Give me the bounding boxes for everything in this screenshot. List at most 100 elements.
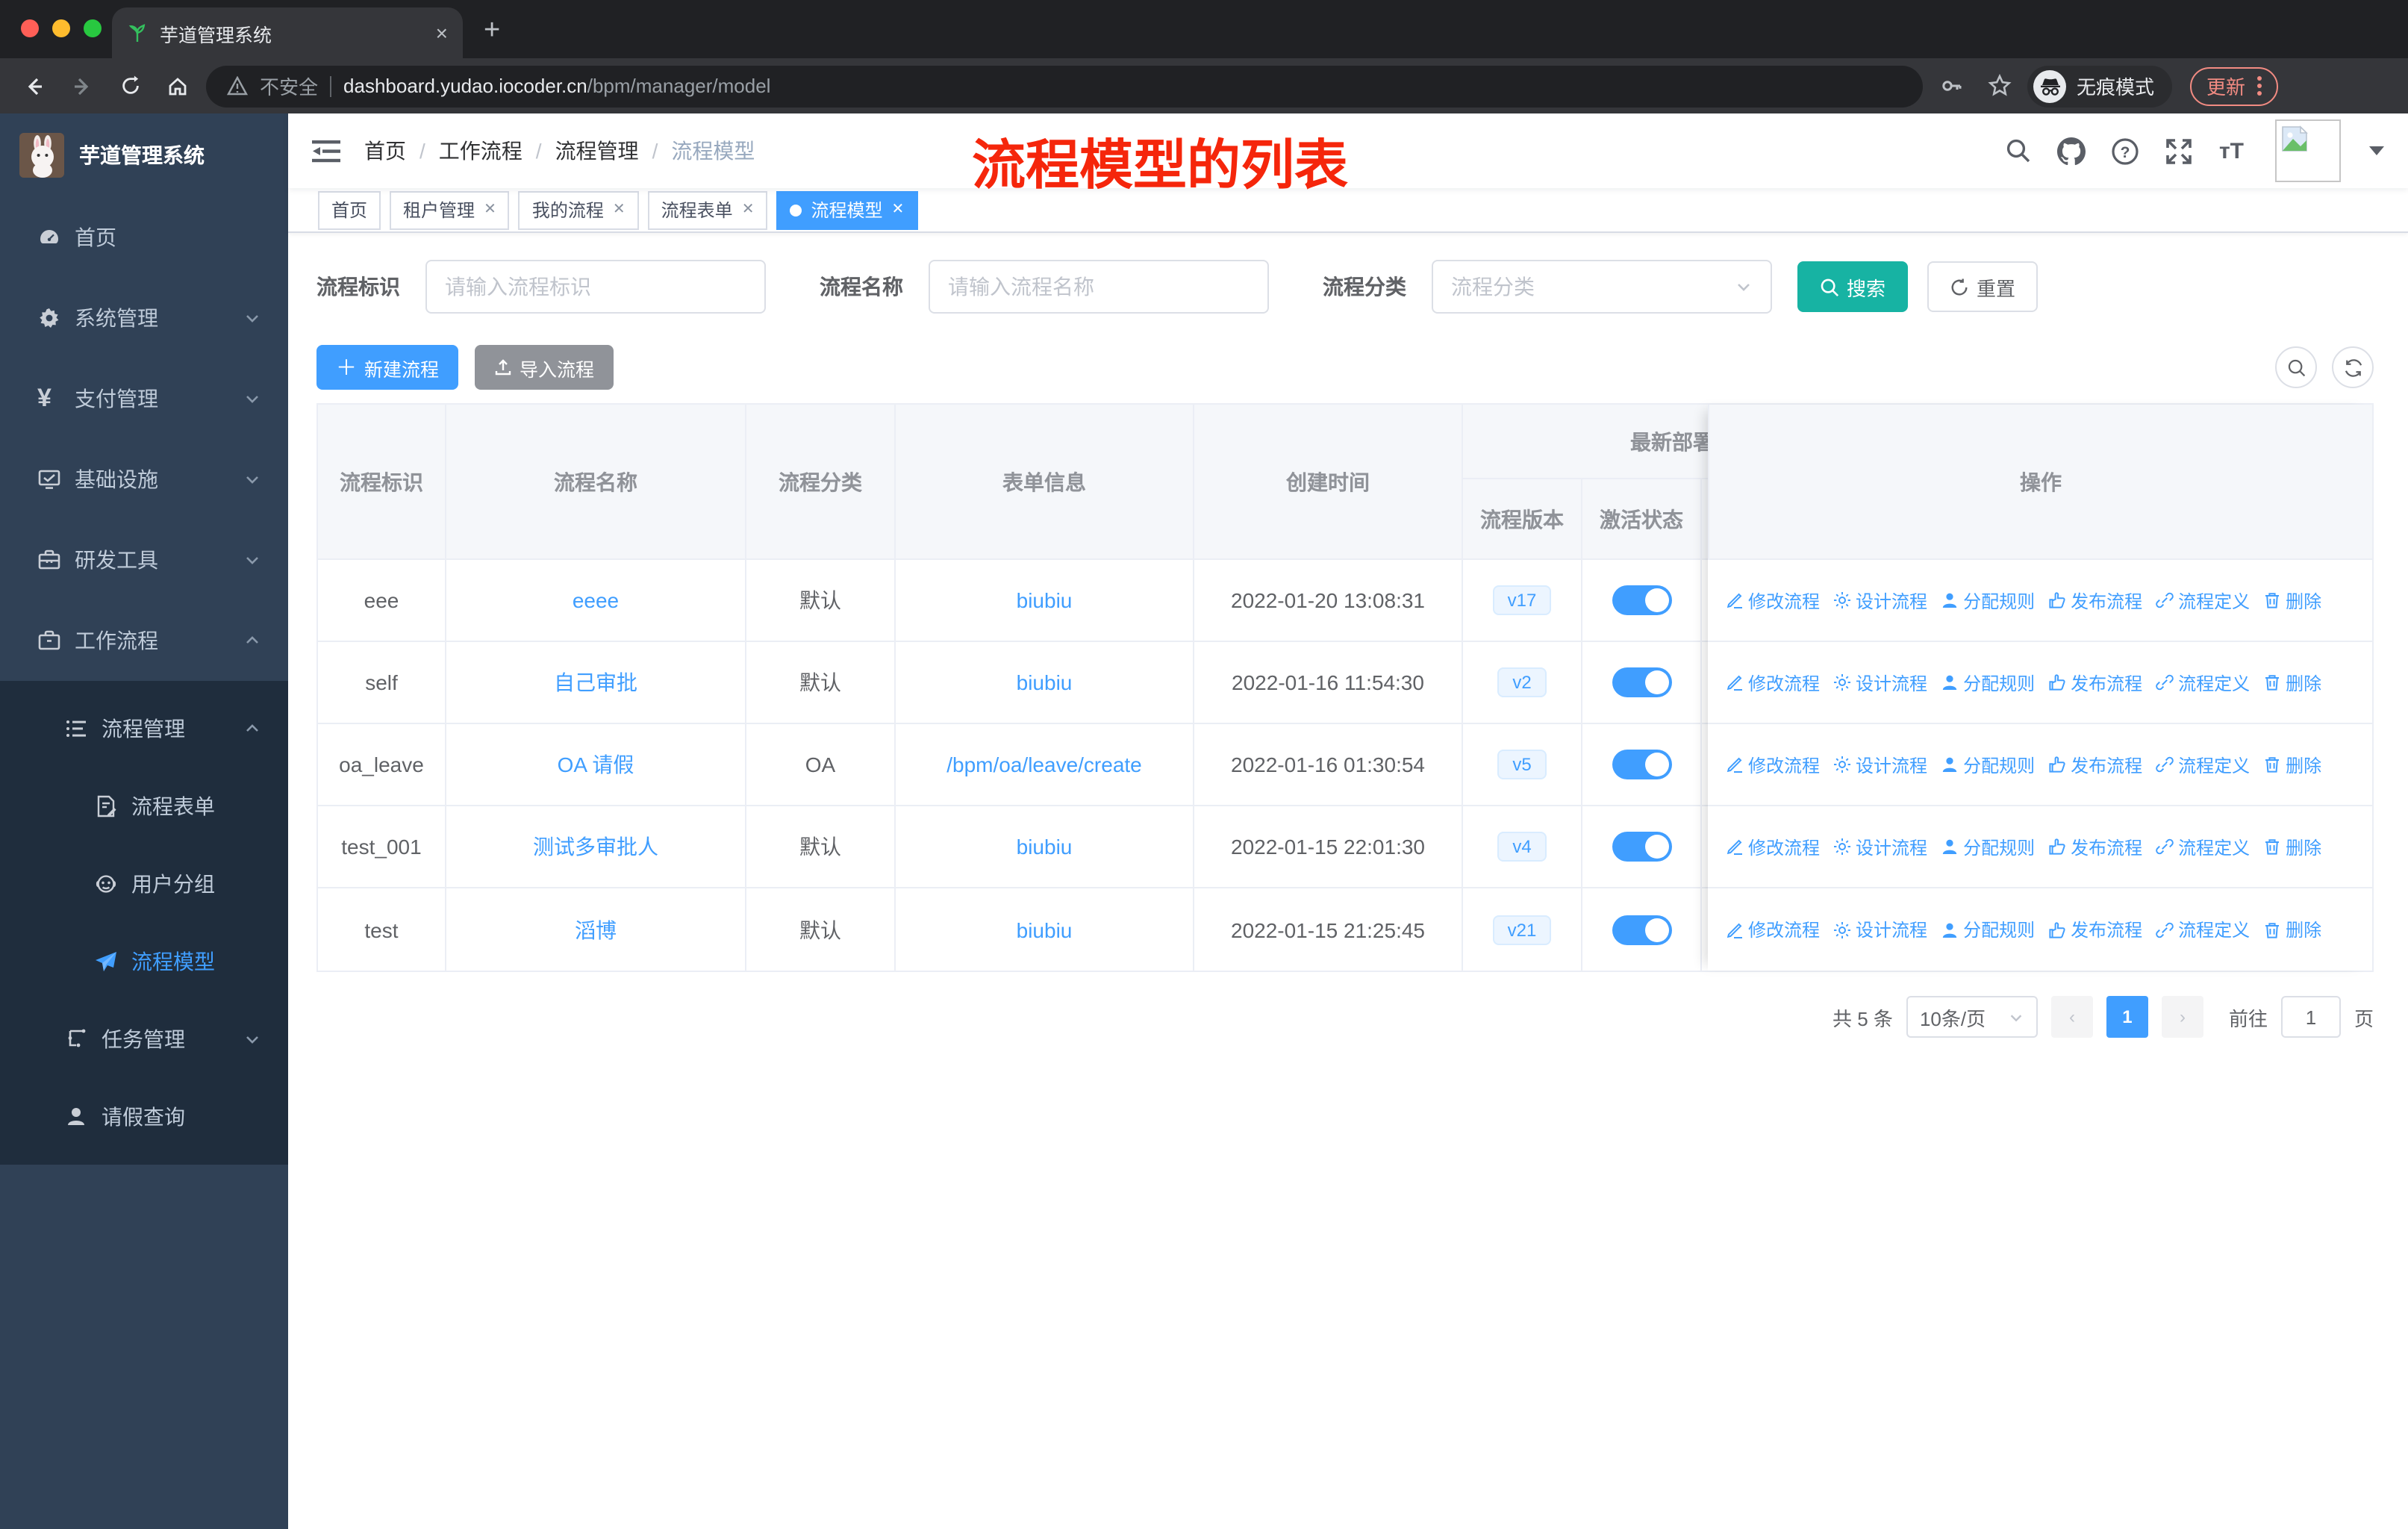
model-name-link[interactable]: 测试多审批人	[533, 832, 658, 862]
action-分配规则[interactable]: 分配规则	[1941, 588, 2035, 613]
github-icon[interactable]	[2057, 137, 2086, 165]
action-发布流程[interactable]: 发布流程	[2048, 670, 2142, 695]
cell-model-name[interactable]: eeee	[446, 560, 746, 641]
model-name-link[interactable]: eeee	[573, 588, 619, 612]
model-name-input[interactable]	[929, 260, 1269, 314]
cell-form-info[interactable]: biubiu	[896, 642, 1194, 723]
forward-icon[interactable]	[63, 66, 102, 105]
action-发布流程[interactable]: 发布流程	[2048, 588, 2142, 613]
action-设计流程[interactable]: 设计流程	[1833, 588, 1927, 613]
action-修改流程[interactable]: 修改流程	[1726, 670, 1820, 695]
sidebar-item-task-mgmt[interactable]: 任务管理	[0, 1000, 288, 1078]
avatar-caret-icon[interactable]	[2369, 146, 2384, 155]
sidebar-item-process-model[interactable]: 流程模型	[0, 923, 288, 1000]
action-流程定义[interactable]: 流程定义	[2156, 588, 2250, 613]
font-size-icon[interactable]: ᴛT	[2219, 138, 2244, 164]
tab-我的流程[interactable]: 我的流程 ✕	[518, 190, 639, 229]
action-分配规则[interactable]: 分配规则	[1941, 917, 2035, 942]
cell-active-state[interactable]	[1582, 888, 1702, 971]
sidebar-item-process-form[interactable]: 流程表单	[0, 767, 288, 845]
action-流程定义[interactable]: 流程定义	[2156, 834, 2250, 859]
close-icon[interactable]: ✕	[892, 202, 905, 218]
tab-流程模型[interactable]: 流程模型 ✕	[776, 190, 918, 229]
address-bar[interactable]: 不安全 dashboard.yudao.iocoder.cn/bpm/manag…	[206, 65, 1923, 107]
refresh-table-button[interactable]	[2332, 346, 2374, 388]
bookmark-star-icon[interactable]	[1980, 66, 2018, 105]
tab-流程表单[interactable]: 流程表单 ✕	[647, 190, 768, 229]
sidebar-item-payment[interactable]: ¥ 支付管理	[0, 358, 288, 439]
active-toggle[interactable]	[1612, 585, 1671, 615]
form-info-link[interactable]: biubiu	[1017, 918, 1073, 941]
action-发布流程[interactable]: 发布流程	[2048, 834, 2142, 859]
fullscreen-icon[interactable]	[2165, 137, 2194, 165]
update-button[interactable]: 更新	[2190, 66, 2279, 105]
browser-menu-icon[interactable]	[2257, 76, 2262, 96]
close-icon[interactable]: ✕	[742, 202, 755, 218]
action-设计流程[interactable]: 设计流程	[1833, 834, 1927, 859]
sidebar-item-process-mgmt[interactable]: 流程管理	[0, 690, 288, 767]
breadcrumb-workflow[interactable]: 工作流程	[439, 136, 523, 166]
action-删除[interactable]: 删除	[2263, 588, 2321, 613]
reset-button[interactable]: 重置	[1927, 261, 2039, 312]
form-info-link[interactable]: /bpm/oa/leave/create	[946, 753, 1142, 776]
next-page-button[interactable]: ›	[2161, 996, 2203, 1038]
model-name-link[interactable]: 自己审批	[554, 667, 637, 697]
window-controls[interactable]	[21, 19, 102, 37]
category-select[interactable]: 流程分类	[1432, 260, 1772, 314]
action-分配规则[interactable]: 分配规则	[1941, 670, 2035, 695]
sidebar-item-leave-query[interactable]: 请假查询	[0, 1078, 288, 1156]
close-window-button[interactable]	[21, 19, 39, 37]
action-修改流程[interactable]: 修改流程	[1726, 834, 1820, 859]
page-size-select[interactable]: 10条/页	[1906, 996, 2038, 1038]
goto-page-input[interactable]	[2280, 996, 2341, 1038]
form-info-link[interactable]: biubiu	[1017, 588, 1073, 612]
form-info-link[interactable]: biubiu	[1017, 670, 1073, 694]
user-avatar[interactable]	[2275, 119, 2341, 182]
close-icon[interactable]: ✕	[613, 202, 626, 218]
action-删除[interactable]: 删除	[2263, 834, 2321, 859]
tab-首页[interactable]: 首页	[318, 190, 381, 229]
cell-active-state[interactable]	[1582, 724, 1702, 805]
maximize-window-button[interactable]	[84, 19, 102, 37]
cell-active-state[interactable]	[1582, 560, 1702, 641]
action-发布流程[interactable]: 发布流程	[2048, 917, 2142, 942]
close-icon[interactable]: ✕	[484, 202, 496, 218]
action-设计流程[interactable]: 设计流程	[1833, 752, 1927, 777]
sidebar-item-devtools[interactable]: 研发工具	[0, 520, 288, 600]
home-icon[interactable]	[158, 66, 197, 105]
sidebar-item-system[interactable]: 系统管理	[0, 278, 288, 358]
active-toggle[interactable]	[1612, 832, 1671, 862]
breadcrumb-process-mgmt[interactable]: 流程管理	[555, 136, 639, 166]
model-name-link[interactable]: OA 请假	[558, 750, 634, 779]
cell-active-state[interactable]	[1582, 806, 1702, 887]
action-分配规则[interactable]: 分配规则	[1941, 834, 2035, 859]
create-model-button[interactable]: ＋ 新建流程	[316, 345, 459, 390]
tab-租户管理[interactable]: 租户管理 ✕	[390, 190, 510, 229]
action-设计流程[interactable]: 设计流程	[1833, 670, 1927, 695]
action-流程定义[interactable]: 流程定义	[2156, 917, 2250, 942]
search-icon[interactable]	[2006, 137, 2033, 164]
back-icon[interactable]	[15, 66, 54, 105]
help-icon[interactable]: ?	[2112, 137, 2140, 165]
minimize-window-button[interactable]	[52, 19, 70, 37]
cell-model-name[interactable]: 测试多审批人	[446, 806, 746, 887]
cell-model-name[interactable]: 滔博	[446, 888, 746, 971]
form-info-link[interactable]: biubiu	[1017, 835, 1073, 859]
prev-page-button[interactable]: ‹	[2050, 996, 2093, 1038]
action-删除[interactable]: 删除	[2263, 670, 2321, 695]
cell-model-name[interactable]: 自己审批	[446, 642, 746, 723]
new-tab-button[interactable]: +	[484, 15, 500, 48]
key-icon[interactable]	[1932, 66, 1971, 105]
action-发布流程[interactable]: 发布流程	[2048, 752, 2142, 777]
browser-tab[interactable]: 芋道管理系统 ×	[112, 7, 463, 58]
action-流程定义[interactable]: 流程定义	[2156, 670, 2250, 695]
cell-form-info[interactable]: /bpm/oa/leave/create	[896, 724, 1194, 805]
active-toggle[interactable]	[1612, 667, 1671, 697]
action-分配规则[interactable]: 分配规则	[1941, 752, 2035, 777]
action-修改流程[interactable]: 修改流程	[1726, 752, 1820, 777]
action-修改流程[interactable]: 修改流程	[1726, 588, 1820, 613]
tab-close-icon[interactable]: ×	[436, 21, 448, 45]
sidebar-item-infra[interactable]: 基础设施	[0, 439, 288, 520]
active-toggle[interactable]	[1612, 750, 1671, 779]
cell-form-info[interactable]: biubiu	[896, 888, 1194, 971]
